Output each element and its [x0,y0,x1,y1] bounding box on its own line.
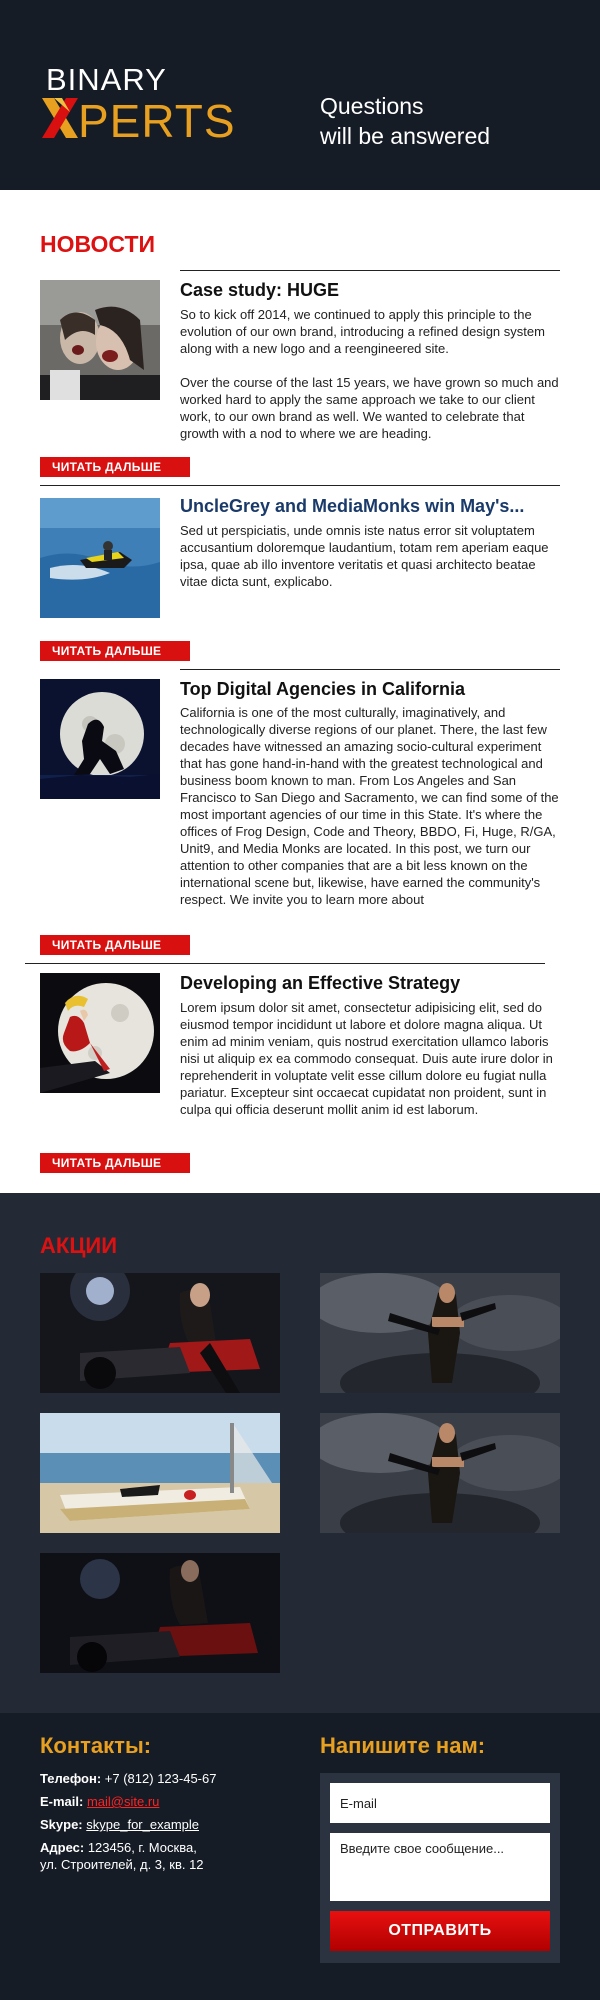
contacts-title: Контакты: [40,1733,152,1758]
address-line-2: ул. Строителей, д. 3, кв. 12 [40,1857,204,1872]
read-more-button[interactable]: ЧИТАТЬ ДАЛЬШЕ [40,935,190,955]
promotions-section-title: АКЦИИ [40,1233,118,1258]
article-body: California is one of the most culturally… [180,704,560,908]
skype-label: Skype: [40,1817,83,1832]
binary-xperts-logo[interactable]: BINARY PERTS [40,62,250,150]
promo-image-motorcycle-woman-dark[interactable] [40,1553,280,1673]
news-section-title: НОВОСТИ [40,231,156,257]
article-title[interactable]: Case study: HUGE [180,280,339,301]
promo-image-armed-woman[interactable] [320,1273,560,1393]
header-tagline: Questions will be answered [320,91,570,151]
phone-value: +7 (812) 123-45-67 [104,1771,217,1786]
article-image-jetski[interactable] [40,498,160,618]
contact-address: Адрес: 123456, г. Москва, ул. Строителей… [40,1839,260,1873]
article-image-moon-woman[interactable] [40,973,160,1093]
email-label: E-mail: [40,1794,84,1809]
read-more-button[interactable]: ЧИТАТЬ ДАЛЬШЕ [40,1153,190,1173]
article-divider [25,963,545,964]
article-body: Lorem ipsum dolor sit amet, consectetur … [180,999,560,1118]
contact-phone: Телефон: +7 (812) 123-45-67 [40,1770,260,1787]
address-line-1: 123456, г. Москва, [87,1840,197,1855]
article-paragraph: Lorem ipsum dolor sit amet, consectetur … [180,1000,553,1117]
tagline-line-2: will be answered [320,123,491,149]
submit-button[interactable]: ОТПРАВИТЬ [330,1911,550,1951]
read-more-button[interactable]: ЧИТАТЬ ДАЛЬШЕ [40,641,190,661]
email-link[interactable]: mail@site.ru [87,1794,159,1809]
contact-form-title: Напишите нам: [320,1733,486,1758]
contact-form: ОТПРАВИТЬ [320,1773,560,1963]
phone-label: Телефон: [40,1771,102,1786]
email-field[interactable] [330,1783,550,1823]
article-image-zombie[interactable] [40,280,160,400]
article-title[interactable]: Top Digital Agencies in California [180,679,465,700]
header: BINARY PERTS Questions will be answered [0,0,600,190]
footer: Контакты: Телефон: +7 (812) 123-45-67 E-… [0,1713,600,2000]
article-paragraph: Sed ut perspiciatis, unde omnis iste nat… [180,523,549,589]
article-divider [180,669,560,670]
article-body: So to kick off 2014, we continued to app… [180,306,560,442]
skype-link[interactable]: skype_for_example [86,1817,199,1832]
contact-skype: Skype: skype_for_example [40,1816,260,1833]
promo-image-armed-woman[interactable] [320,1413,560,1533]
promo-image-boat-beach[interactable] [40,1413,280,1533]
tagline-line-1: Questions [320,93,424,119]
article-body: Sed ut perspiciatis, unde omnis iste nat… [180,522,560,590]
read-more-button[interactable]: ЧИТАТЬ ДАЛЬШЕ [40,457,190,477]
article-divider [40,485,560,486]
contact-email: E-mail: mail@site.ru [40,1793,260,1810]
promo-image-motorcycle-woman[interactable] [40,1273,280,1393]
article-title[interactable]: UncleGrey and MediaMonks win May's... [180,496,524,517]
article-paragraph: California is one of the most culturally… [180,705,559,907]
logo-top-text: BINARY [46,62,167,97]
logo-x-mark-icon [42,98,78,138]
article-paragraph: Over the course of the last 15 years, we… [180,375,559,441]
article-divider [180,270,560,271]
message-field[interactable] [330,1833,550,1901]
article-paragraph: So to kick off 2014, we continued to app… [180,307,545,356]
article-image-moon-silhouette[interactable] [40,679,160,799]
logo-bottom-text: PERTS [78,95,236,147]
article-title[interactable]: Developing an Effective Strategy [180,973,460,994]
address-label: Адрес: [40,1840,85,1855]
promotions-section: АКЦИИ [0,1193,600,1713]
